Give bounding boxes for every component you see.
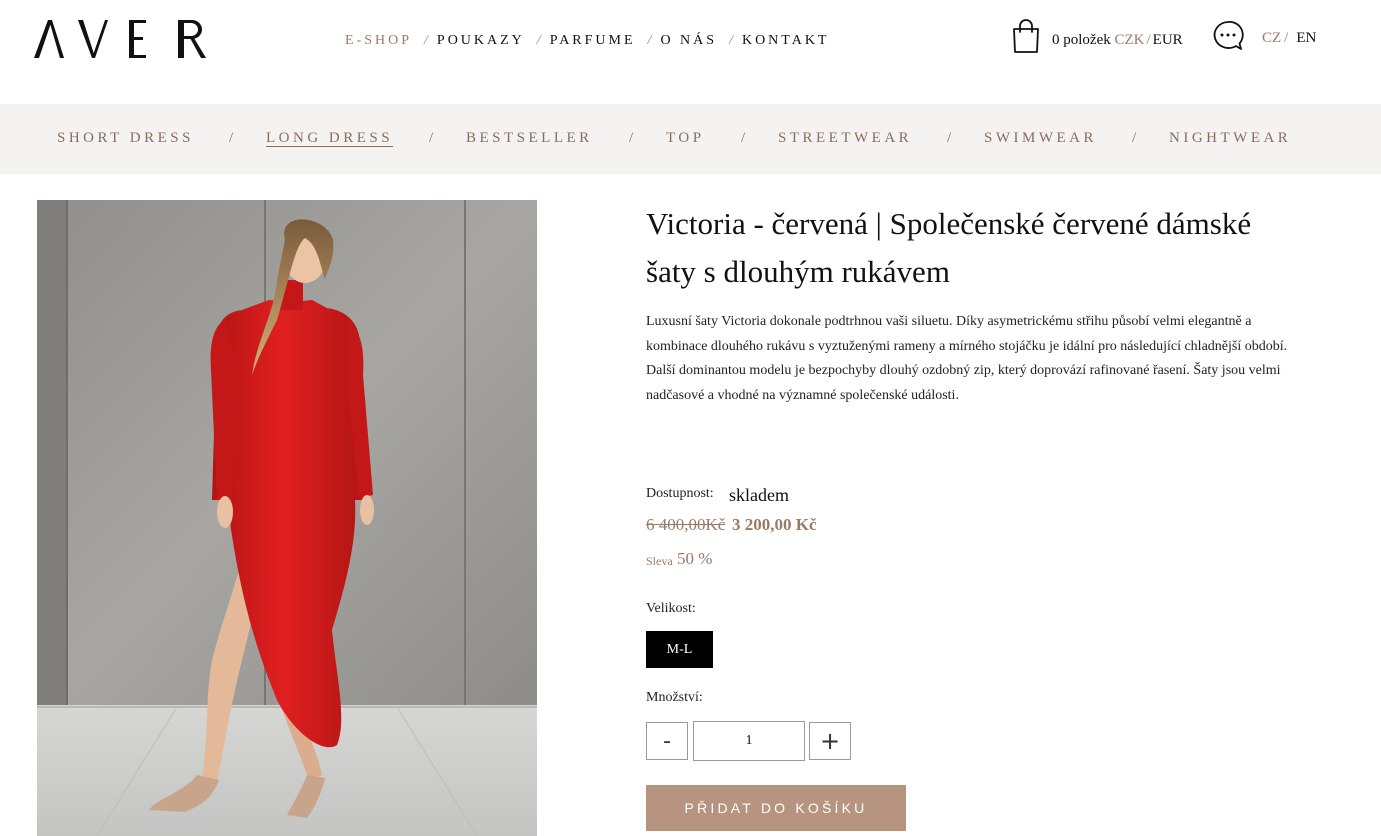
category-bar: SHORT DRESS / LONG DRESS / BESTSELLER / …: [0, 104, 1381, 174]
main-nav: E-SHOP / POUKAZY / PARFUME / O NÁS / KON…: [345, 33, 830, 49]
product-title-line1: Victoria - červená | Společenské červené…: [646, 206, 1252, 241]
lang-separator: /: [1284, 30, 1289, 46]
quantity-input[interactable]: [693, 721, 805, 761]
old-price: 6 400,00Kč: [646, 515, 726, 534]
category-separator: /: [629, 130, 634, 146]
category-short-dress[interactable]: SHORT DRESS: [57, 130, 194, 147]
category-separator: /: [429, 130, 434, 146]
nav-separator: /: [729, 33, 733, 48]
currency-czk[interactable]: CZK: [1114, 32, 1144, 48]
product-description: Luxusní šaty Victoria dokonale podtrhnou…: [646, 310, 1326, 409]
nav-o-nas[interactable]: O NÁS: [660, 33, 717, 49]
language-switcher: CZ / EN: [1262, 30, 1316, 47]
category-long-dress[interactable]: LONG DRESS: [266, 130, 393, 147]
add-to-cart-button[interactable]: PŘIDAT DO KOŠÍKU: [646, 785, 906, 831]
product-photo-illustration: [37, 200, 537, 836]
product-title-line2: šaty s dlouhým rukávem: [646, 254, 950, 289]
cart-summary[interactable]: 0 položek CZK / EUR: [1052, 32, 1183, 49]
category-separator: /: [229, 130, 234, 146]
description-line: Další dominantou modelu je bezpochyby dl…: [646, 363, 1281, 379]
currency-eur[interactable]: EUR: [1153, 32, 1183, 48]
nav-poukazy[interactable]: POUKAZY: [437, 33, 525, 49]
shopping-bag-icon[interactable]: [1010, 18, 1042, 54]
product-image[interactable]: [37, 200, 537, 836]
lang-en[interactable]: EN: [1296, 30, 1316, 46]
nav-eshop[interactable]: E-SHOP: [345, 33, 412, 49]
category-top[interactable]: TOP: [666, 130, 705, 147]
availability-label: Dostupnost:: [646, 486, 714, 501]
discount-value: 50 %: [677, 549, 713, 568]
availability-value: skladem: [729, 485, 789, 505]
description-line: nadčasové a vhodné na významné společens…: [646, 388, 959, 404]
description-line: Luxusní šaty Victoria dokonale podtrhnou…: [646, 314, 1252, 329]
nav-parfume[interactable]: PARFUME: [550, 33, 636, 49]
category-bestseller[interactable]: BESTSELLER: [466, 130, 593, 147]
size-option-m-l[interactable]: M-L: [646, 631, 713, 668]
aver-logo[interactable]: [34, 18, 209, 60]
product-title: Victoria - červená | Společenské červené…: [646, 200, 1326, 296]
discount-label: Sleva: [646, 554, 673, 568]
lang-cz[interactable]: CZ: [1262, 30, 1281, 46]
nav-kontakt[interactable]: KONTAKT: [742, 33, 830, 49]
nav-separator: /: [424, 33, 428, 48]
category-nightwear[interactable]: NIGHTWEAR: [1169, 130, 1291, 147]
category-separator: /: [1132, 130, 1137, 146]
currency-separator: /: [1146, 32, 1151, 48]
category-separator: /: [741, 130, 746, 146]
nav-separator: /: [647, 33, 652, 48]
chat-bubble-icon[interactable]: [1211, 19, 1245, 53]
site-header: E-SHOP / POUKAZY / PARFUME / O NÁS / KON…: [0, 0, 1381, 104]
category-streetwear[interactable]: STREETWEAR: [778, 130, 912, 147]
size-label: Velikost:: [646, 601, 696, 616]
current-price: 3 200,00 Kč: [732, 515, 817, 534]
description-line: kombinace dlouhého rukávu s vyztuženými …: [646, 338, 1288, 354]
quantity-decrease-button[interactable]: -: [646, 722, 688, 760]
category-swimwear[interactable]: SWIMWEAR: [984, 130, 1097, 147]
quantity-label: Množství:: [646, 690, 703, 705]
cart-items-count: 0 položek: [1052, 32, 1111, 48]
quantity-increase-button[interactable]: +: [809, 722, 851, 760]
nav-separator: /: [536, 33, 541, 48]
category-separator: /: [947, 130, 952, 146]
